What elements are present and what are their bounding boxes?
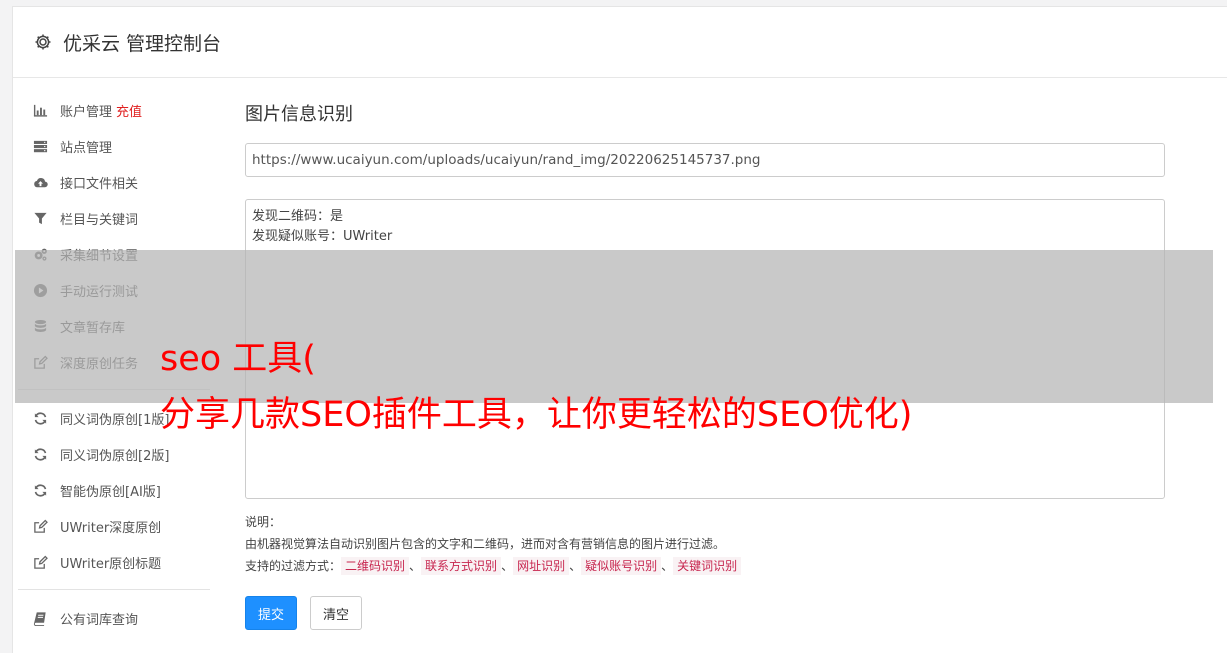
help-section: 说明： 由机器视觉算法自动识别图片包含的文字和二维码，进而对含有营销信息的图片进… — [245, 511, 1165, 577]
sidebar-divider — [18, 589, 210, 590]
refresh-icon — [31, 482, 49, 498]
help-title: 说明： — [245, 515, 282, 529]
result-line: 发现二维码：是 — [252, 209, 344, 224]
sidebar-item-label: 接口文件相关 — [60, 176, 139, 192]
edit-icon — [31, 554, 49, 570]
filter-chip: 联系方式识别 — [421, 557, 502, 575]
filter-chip: 网址识别 — [513, 557, 570, 575]
help-description: 由机器视觉算法自动识别图片包含的文字和二维码，进而对含有营销信息的图片进行过滤。 — [245, 537, 726, 551]
clear-button[interactable]: 清空 — [310, 596, 363, 630]
filter-separator: 、 — [661, 559, 674, 573]
sidebar-item-group2-2[interactable]: 智能伪原创[AI版] — [18, 472, 210, 508]
sidebar-item-group3-0[interactable]: 公有词库查询 — [18, 600, 210, 636]
filter-separator: 、 — [409, 559, 422, 573]
filter-methods: 支持的过滤方式： 二维码识别、联系方式识别、网址识别、疑似账号识别、关键词识别 — [245, 555, 1165, 577]
bar-chart-icon — [31, 102, 49, 118]
page-title: 图片信息识别 — [245, 104, 353, 125]
sidebar-item-label: 公有词库查询 — [60, 612, 139, 628]
banner-line-2: 分享几款SEO插件工具，让你更轻松的SEO优化) — [160, 395, 913, 435]
sidebar-item-group1-3[interactable]: 栏目与关键词 — [18, 200, 210, 236]
banner-text: seo 工具( 分享几款SEO插件工具，让你更轻松的SEO优化) — [160, 331, 912, 443]
refresh-icon — [31, 410, 49, 426]
app-header: 优采云 管理控制台 — [13, 7, 1227, 78]
sidebar-item-label: 智能伪原创[AI版] — [60, 484, 161, 500]
sidebar-item-label: 栏目与关键词 — [60, 212, 139, 228]
app-title: 优采云 管理控制台 — [63, 32, 222, 55]
filter-chip: 关键词识别 — [673, 557, 742, 575]
server-icon — [31, 138, 49, 154]
sidebar-item-group1-1[interactable]: 站点管理 — [18, 128, 210, 164]
sidebar-item-label: 账户管理 — [60, 104, 113, 120]
refresh-icon — [31, 446, 49, 462]
cloud-upload-icon — [31, 174, 49, 190]
result-line: 发现疑似账号：UWriter — [252, 229, 393, 244]
filter-icon — [31, 210, 49, 226]
gear-icon — [33, 32, 53, 52]
sidebar-item-label: UWriter深度原创 — [60, 520, 162, 536]
sidebar-item-group1-0[interactable]: 账户管理 充值 — [18, 92, 210, 128]
sidebar-item-label: 同义词伪原创[1版] — [60, 412, 170, 428]
sidebar-item-label: 站点管理 — [60, 140, 113, 156]
filter-chip: 疑似账号识别 — [581, 557, 662, 575]
book-icon — [31, 610, 49, 626]
recharge-link[interactable]: 充值 — [116, 101, 142, 120]
filter-chip: 二维码识别 — [341, 557, 410, 575]
filter-separator: 、 — [501, 559, 514, 573]
image-url-input[interactable] — [245, 143, 1165, 177]
edit-icon — [31, 518, 49, 534]
banner-line-1: seo 工具( — [160, 339, 316, 379]
sidebar-item-group1-2[interactable]: 接口文件相关 — [18, 164, 210, 200]
submit-button[interactable]: 提交 — [245, 596, 298, 630]
filter-separator: 、 — [569, 559, 582, 573]
action-buttons: 提交 清空 — [245, 596, 1165, 630]
filter-prefix: 支持的过滤方式： — [245, 559, 342, 573]
sidebar-item-label: UWriter原创标题 — [60, 556, 162, 572]
sidebar-item-group2-3[interactable]: UWriter深度原创 — [18, 508, 210, 544]
sidebar-item-group2-4[interactable]: UWriter原创标题 — [18, 544, 210, 580]
sidebar-item-label: 同义词伪原创[2版] — [60, 448, 170, 464]
